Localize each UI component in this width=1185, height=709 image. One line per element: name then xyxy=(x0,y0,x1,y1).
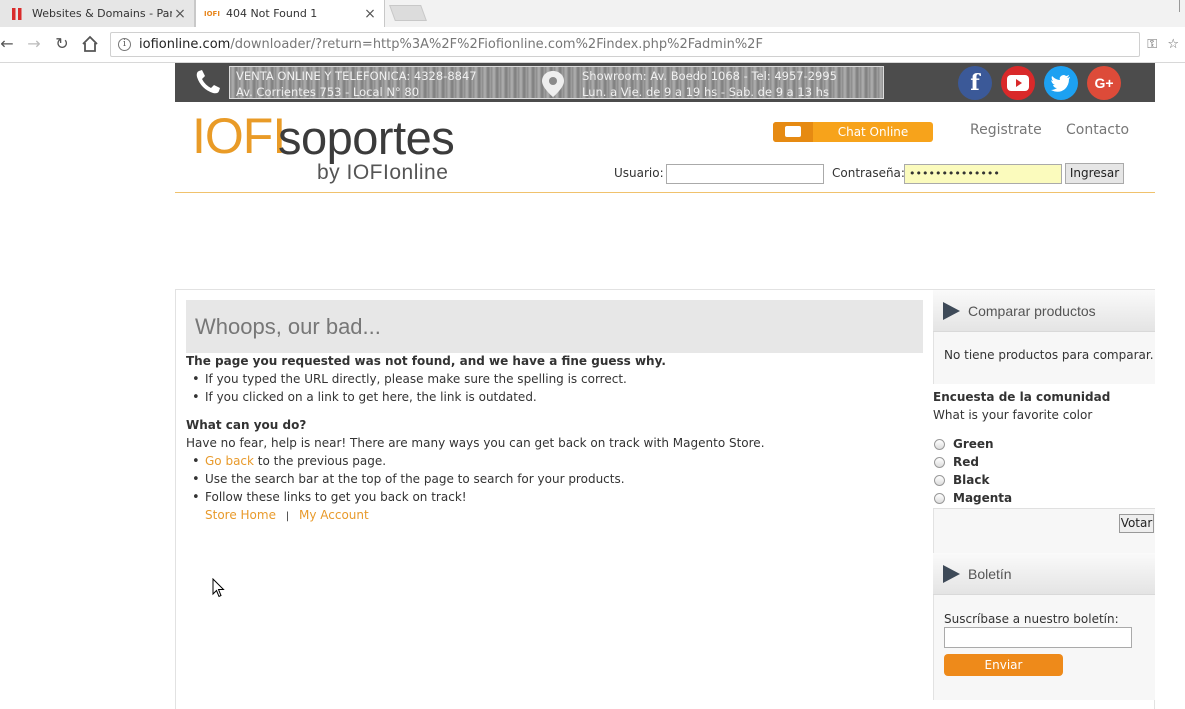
reason-item: If you clicked on a link to get here, th… xyxy=(192,390,537,405)
not-found-heading: The page you requested was not found, an… xyxy=(186,354,666,368)
poll-option-label: Red xyxy=(953,455,979,469)
compare-products-header: Comparar productos xyxy=(933,290,1155,332)
quick-links: Store Home | My Account xyxy=(205,508,369,522)
chat-bubble-icon xyxy=(773,122,813,142)
logo-byline: by IOFIonline xyxy=(317,161,449,184)
contact-line-2: Av. Corrientes 753 - Local N° 80 xyxy=(236,85,420,99)
poll-question: What is your favorite color xyxy=(933,408,1093,422)
poll-title: Encuesta de la comunidad xyxy=(933,390,1111,404)
url-host: iofionline.com xyxy=(139,37,231,52)
poll-radio-green[interactable] xyxy=(934,439,945,450)
star-icon[interactable]: ☆ xyxy=(1167,37,1179,52)
new-tab-button[interactable] xyxy=(389,5,427,21)
google-plus-icon[interactable]: G+ xyxy=(1087,66,1121,100)
youtube-icon[interactable] xyxy=(1001,66,1035,100)
header-divider xyxy=(175,192,1155,193)
showroom-line-1: Showroom: Av. Boedo 1068 - Tel: 4957-299… xyxy=(582,69,837,83)
twitter-bird-glyph xyxy=(1051,74,1070,92)
link-separator: | xyxy=(285,511,290,522)
reason-item: If you typed the URL directly, please ma… xyxy=(192,372,627,387)
poll-option-label: Magenta xyxy=(953,491,1013,505)
newsletter-title: Boletín xyxy=(968,566,1012,582)
contact-line-1: VENTA ONLINE Y TELEFONICA: 4328-8847 xyxy=(236,69,477,83)
url-path: /downloader/?return=http%3A%2F%2Fiofionl… xyxy=(230,37,763,52)
page-title: Whoops, our bad... xyxy=(186,300,923,353)
store-home-link[interactable]: Store Home xyxy=(205,508,276,522)
username-label: Usuario: xyxy=(614,166,664,180)
youtube-play-glyph xyxy=(1007,75,1029,91)
tab-title: Websites & Domains - Para xyxy=(32,7,172,20)
help-text: Have no fear, help is near! There are ma… xyxy=(186,436,765,450)
search-tip-item: Use the search bar at the top of the pag… xyxy=(192,472,625,487)
go-back-item: Go back to the previous page. xyxy=(192,454,387,469)
reload-icon[interactable]: ↻ xyxy=(53,35,71,53)
logo-iofi: IOFI xyxy=(192,108,286,164)
phone-icon xyxy=(196,70,220,94)
compare-empty-text: No tiene productos para comparar. xyxy=(944,348,1154,362)
newsletter-header: Boletín xyxy=(933,553,1155,595)
triangle-icon xyxy=(943,565,960,583)
go-back-link[interactable]: Go back xyxy=(205,454,254,468)
poll-radio-magenta[interactable] xyxy=(934,493,945,504)
what-can-you-do-heading: What can you do? xyxy=(186,418,307,432)
tab-close-icon[interactable]: × xyxy=(172,6,188,22)
info-icon[interactable]: i xyxy=(118,38,131,51)
address-actions: ⚿ ☆ xyxy=(1147,37,1179,52)
browser-tab-bar: Websites & Domains - Para × IOFI 404 Not… xyxy=(0,0,1185,27)
go-back-rest: to the previous page. xyxy=(253,454,387,468)
url-input[interactable]: i iofionline.com/downloader/?return=http… xyxy=(110,32,1140,57)
logo-soportes: soportes xyxy=(278,111,455,164)
username-input[interactable] xyxy=(666,164,824,184)
showroom-line-2: Lun. a Vie. de 9 a 19 hs - Sab. de 9 a 1… xyxy=(582,85,829,99)
browser-tab-websites[interactable]: Websites & Domains - Para × xyxy=(0,0,195,27)
poll-option-label: Black xyxy=(953,473,990,487)
chat-online-label: Chat Online xyxy=(837,125,909,139)
vote-button[interactable]: Votar xyxy=(1119,514,1154,533)
triangle-icon xyxy=(943,302,960,320)
iofi-favicon: IOFI xyxy=(204,9,220,18)
password-label: Contraseña: xyxy=(832,166,905,180)
poll-radio-red[interactable] xyxy=(934,457,945,468)
twitter-icon[interactable] xyxy=(1044,66,1078,100)
contact-info-box: VENTA ONLINE Y TELEFONICA: 4328-8847 Av.… xyxy=(229,66,884,99)
compare-products-title: Comparar productos xyxy=(968,303,1096,319)
newsletter-label: Suscríbase a nuestro boletín: xyxy=(944,612,1119,626)
browser-tab-404[interactable]: IOFI 404 Not Found 1 × xyxy=(195,0,385,27)
follow-tip-item: Follow these links to get you back on tr… xyxy=(192,490,467,505)
login-button[interactable]: Ingresar xyxy=(1065,163,1124,184)
newsletter-email-input[interactable] xyxy=(944,627,1132,648)
forward-arrow-icon[interactable]: → xyxy=(25,35,43,53)
top-contact-strip: VENTA ONLINE Y TELEFONICA: 4328-8847 Av.… xyxy=(175,63,1155,102)
poll-radio-black[interactable] xyxy=(934,475,945,486)
key-icon[interactable]: ⚿ xyxy=(1147,37,1157,52)
tab-title: 404 Not Found 1 xyxy=(225,7,318,20)
parallels-icon xyxy=(12,7,22,20)
site-logo[interactable]: IOFI soportes by IOFIonline xyxy=(192,108,462,188)
register-link[interactable]: Registrate xyxy=(970,122,1042,138)
back-arrow-icon[interactable]: ← xyxy=(0,35,16,53)
address-bar: ← → ↻ i iofionline.com/downloader/?retur… xyxy=(0,27,1185,63)
facebook-icon[interactable]: f xyxy=(958,66,992,100)
location-pin-icon xyxy=(542,71,564,97)
home-icon[interactable] xyxy=(81,35,99,53)
newsletter-send-button[interactable]: Enviar xyxy=(944,654,1063,676)
poll-option-label: Green xyxy=(953,437,994,451)
my-account-link[interactable]: My Account xyxy=(299,508,369,522)
password-input[interactable]: •••••••••••••• xyxy=(904,164,1062,184)
chat-online-button[interactable]: Chat Online xyxy=(773,122,933,142)
mouse-cursor-icon xyxy=(212,578,225,598)
tab-close-icon[interactable]: × xyxy=(362,6,378,22)
window-edge xyxy=(1179,0,1185,12)
contact-link[interactable]: Contacto xyxy=(1066,122,1129,138)
